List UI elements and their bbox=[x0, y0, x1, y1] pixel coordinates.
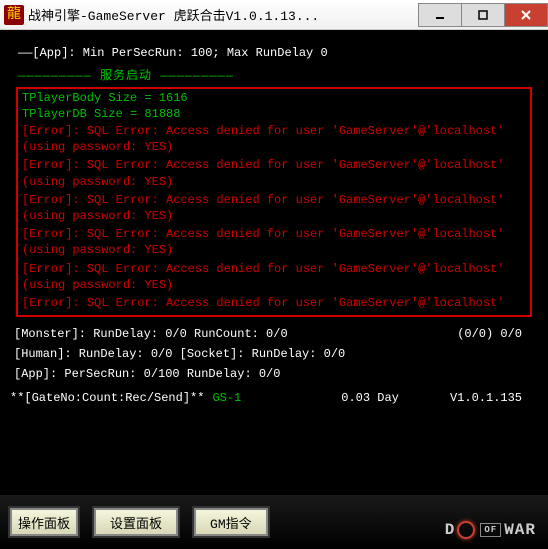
human-socket-stats: [Human]: RunDelay: 0/0 [Socket]: RunDela… bbox=[14, 347, 538, 361]
uptime-day: 0.03 Day bbox=[341, 391, 399, 405]
close-button[interactable] bbox=[504, 3, 548, 27]
sql-error-line: [Error]: SQL Error: Access denied for us… bbox=[22, 192, 526, 224]
gate-id: GS-1 bbox=[212, 391, 241, 405]
gm-command-button[interactable]: GM指令 bbox=[194, 508, 268, 536]
log-error-box: TPlayerBody Size = 1616 TPlayerDB Size =… bbox=[16, 87, 532, 317]
minimize-button[interactable] bbox=[418, 3, 462, 27]
window-title: 战神引擎-GameServer 虎跃合击V1.0.1.13... bbox=[28, 5, 419, 24]
app-body: ——[App]: Min PerSecRun: 100; Max RunDela… bbox=[0, 30, 548, 549]
ops-panel-button[interactable]: 操作面板 bbox=[10, 508, 78, 536]
service-header: ————————— 服务启动 ————————— bbox=[18, 66, 538, 83]
monster-stats-right: (0/0) 0/0 bbox=[457, 327, 538, 341]
sql-error-line: [Error]: SQL Error: Access denied for us… bbox=[22, 157, 526, 189]
sql-error-line: [Error]: SQL Error: Access denied for us… bbox=[22, 295, 526, 311]
sql-error-line: [Error]: SQL Error: Access denied for us… bbox=[22, 226, 526, 258]
app-icon: 龍 bbox=[4, 5, 24, 25]
ring-icon bbox=[457, 521, 475, 539]
player-body-size: TPlayerBody Size = 1616 bbox=[22, 91, 526, 105]
runtime-stats: [Monster]: RunDelay: 0/0 RunCount: 0/0 (… bbox=[14, 327, 538, 381]
settings-panel-button[interactable]: 设置面板 bbox=[94, 508, 178, 536]
sql-error-line: [Error]: SQL Error: Access denied for us… bbox=[22, 123, 526, 155]
bottom-toolbar: 操作面板 设置面板 GM指令 DOFWAR bbox=[0, 495, 548, 549]
version-label: V1.0.1.135 bbox=[450, 391, 538, 405]
player-db-size: TPlayerDB Size = 81888 bbox=[22, 107, 526, 121]
titlebar: 龍 战神引擎-GameServer 虎跃合击V1.0.1.13... bbox=[0, 0, 548, 30]
app-stats-line: ——[App]: Min PerSecRun: 100; Max RunDela… bbox=[18, 46, 538, 60]
gate-label: **[GateNo:Count:Rec/Send]** bbox=[10, 391, 204, 405]
monster-stats: [Monster]: RunDelay: 0/0 RunCount: 0/0 bbox=[14, 327, 457, 341]
maximize-button[interactable] bbox=[461, 3, 505, 27]
window-controls bbox=[419, 3, 548, 27]
gate-row: **[GateNo:Count:Rec/Send]** GS-1 0.03 Da… bbox=[10, 391, 538, 405]
sql-error-line: [Error]: SQL Error: Access denied for us… bbox=[22, 261, 526, 293]
app-run-stats: [App]: PerSecRun: 0/100 RunDelay: 0/0 bbox=[14, 367, 538, 381]
god-of-war-logo: DOFWAR bbox=[445, 521, 536, 539]
